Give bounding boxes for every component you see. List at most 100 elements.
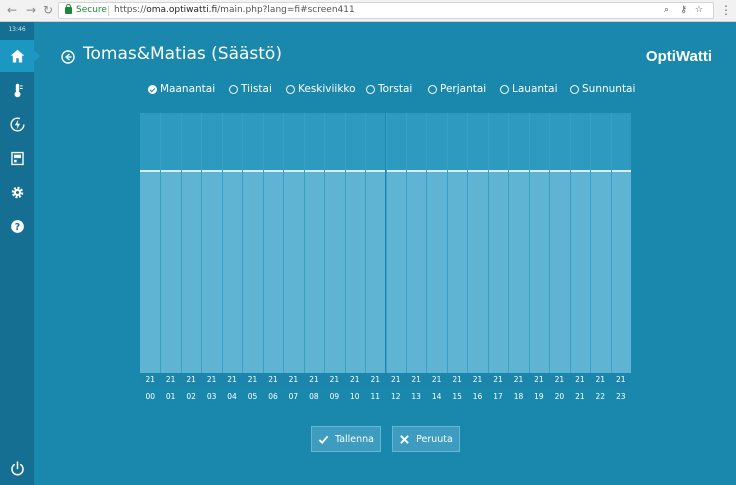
bar-02[interactable] bbox=[180, 113, 202, 373]
bar-12[interactable] bbox=[385, 113, 406, 373]
sidebar-item-energy[interactable] bbox=[0, 108, 34, 140]
bar-background bbox=[528, 113, 550, 171]
radio-icon bbox=[229, 84, 238, 94]
bar-background bbox=[324, 113, 345, 171]
bar-fill bbox=[487, 170, 509, 373]
day-option-sunnuntai[interactable]: Sunnuntai bbox=[570, 83, 635, 95]
value-label: 21 bbox=[513, 375, 524, 384]
bar-divider bbox=[180, 113, 182, 373]
bar-fill bbox=[426, 170, 447, 373]
value-label: 21 bbox=[431, 375, 442, 384]
day-label: Keskiviikko bbox=[298, 83, 356, 95]
bar-divider bbox=[385, 113, 387, 373]
save-button[interactable]: Tallenna bbox=[311, 426, 381, 452]
bar-level-line bbox=[549, 170, 570, 172]
star-icon[interactable]: ☆ bbox=[695, 3, 703, 18]
bar-divider bbox=[569, 113, 571, 373]
bar-divider bbox=[283, 113, 285, 373]
reload-icon[interactable]: ↻ bbox=[41, 3, 55, 17]
cancel-button[interactable]: Peruuta bbox=[392, 426, 460, 452]
bar-fill bbox=[549, 170, 570, 373]
value-label: 21 bbox=[247, 375, 258, 384]
bar-fill bbox=[590, 170, 611, 373]
close-icon bbox=[400, 434, 409, 444]
bar-background bbox=[569, 113, 591, 171]
value-label: 21 bbox=[309, 375, 319, 384]
bar-10[interactable] bbox=[344, 113, 366, 373]
bar-level-line bbox=[426, 170, 447, 172]
bar-divider bbox=[528, 113, 530, 373]
zoom-icon[interactable]: ⌕ bbox=[664, 3, 669, 18]
bar-14[interactable] bbox=[426, 113, 447, 373]
bar-19[interactable] bbox=[528, 113, 550, 373]
bar-divider bbox=[324, 113, 326, 373]
day-option-torstai[interactable]: Torstai bbox=[366, 83, 412, 95]
sidebar-item-settings[interactable] bbox=[0, 176, 34, 208]
bar-20[interactable] bbox=[549, 113, 570, 373]
hour-tick-label: 13 bbox=[411, 392, 421, 401]
bar-background bbox=[140, 113, 161, 171]
key-icon[interactable]: ⚷ bbox=[680, 3, 687, 18]
day-option-lauantai[interactable]: Lauantai bbox=[500, 83, 558, 95]
hour-tick-label: 23 bbox=[615, 392, 626, 401]
radio-icon bbox=[428, 84, 437, 94]
forward-icon[interactable]: → bbox=[24, 3, 38, 17]
bar-17[interactable] bbox=[487, 113, 509, 373]
bar-background bbox=[344, 113, 366, 171]
sidebar-item-logout[interactable] bbox=[0, 452, 34, 484]
url-text[interactable]: https://oma.optiwatti.fi/main.php?lang=f… bbox=[114, 3, 355, 18]
bar-level-line bbox=[242, 170, 263, 172]
bar-21[interactable] bbox=[569, 113, 591, 373]
day-option-tiistai[interactable]: Tiistai bbox=[229, 83, 272, 95]
bar-divider bbox=[590, 113, 592, 373]
day-option-perjantai[interactable]: Perjantai bbox=[428, 83, 486, 95]
sidebar-item-device[interactable] bbox=[0, 142, 34, 174]
bar-22[interactable] bbox=[590, 113, 611, 373]
bar-00[interactable] bbox=[140, 113, 161, 373]
bar-15[interactable] bbox=[446, 113, 468, 373]
hour-tick-label: 01 bbox=[165, 392, 176, 401]
hour-tick-label: 08 bbox=[309, 392, 319, 401]
bar-06[interactable] bbox=[262, 113, 284, 373]
bar-13[interactable] bbox=[405, 113, 427, 373]
day-label: Perjantai bbox=[440, 83, 487, 95]
bar-04[interactable] bbox=[221, 113, 243, 373]
sidebar-item-home[interactable] bbox=[0, 40, 40, 72]
bar-background bbox=[242, 113, 263, 171]
hourly-temperature-chart: 21 21 21 21 21 21 21 21 21 21 21 21 21 21 21 21 21 21 21 21… bbox=[140, 113, 631, 388]
bar-07[interactable] bbox=[283, 113, 304, 373]
bar-18[interactable] bbox=[508, 113, 529, 373]
value-label: 21 bbox=[575, 375, 585, 384]
bar-fill bbox=[508, 170, 529, 373]
bar-01[interactable] bbox=[160, 113, 181, 373]
day-label: Maanantai bbox=[160, 83, 216, 95]
bar-05[interactable] bbox=[242, 113, 263, 373]
day-label: Torstai bbox=[378, 83, 413, 95]
power-icon bbox=[10, 460, 24, 475]
bar-08[interactable] bbox=[303, 113, 325, 373]
day-option-keskiviikko[interactable]: Keskiviikko bbox=[286, 83, 356, 95]
value-label: 21 bbox=[493, 375, 503, 384]
hour-tick-label: 18 bbox=[513, 392, 524, 401]
sidebar-item-help[interactable]: ? bbox=[0, 210, 34, 242]
day-label: Tiistai bbox=[241, 83, 272, 95]
bar-03[interactable] bbox=[201, 113, 222, 373]
bar-fill bbox=[344, 170, 366, 373]
bar-23[interactable] bbox=[610, 113, 631, 373]
hour-tick-label: 05 bbox=[247, 392, 258, 401]
menu-icon[interactable]: ⋮ bbox=[720, 3, 732, 17]
hour-tick-label: 04 bbox=[227, 392, 237, 401]
address-bar[interactable]: Secure https://oma.optiwatti.fi/main.php… bbox=[58, 2, 714, 19]
hour-tick-label: 20 bbox=[554, 392, 565, 401]
back-icon[interactable]: ← bbox=[5, 3, 19, 17]
back-circle-icon[interactable] bbox=[61, 50, 75, 64]
bar-fill bbox=[160, 170, 181, 373]
bar-16[interactable] bbox=[467, 113, 488, 373]
sidebar-item-temperature[interactable] bbox=[0, 74, 34, 106]
day-option-maanantai[interactable]: Maanantai bbox=[148, 83, 215, 95]
value-label: 21 bbox=[288, 375, 299, 384]
bar-09[interactable] bbox=[324, 113, 345, 373]
url-host: oma.optiwatti.fi bbox=[146, 5, 218, 15]
bar-11[interactable] bbox=[365, 113, 386, 373]
bar-level-line bbox=[180, 170, 202, 172]
